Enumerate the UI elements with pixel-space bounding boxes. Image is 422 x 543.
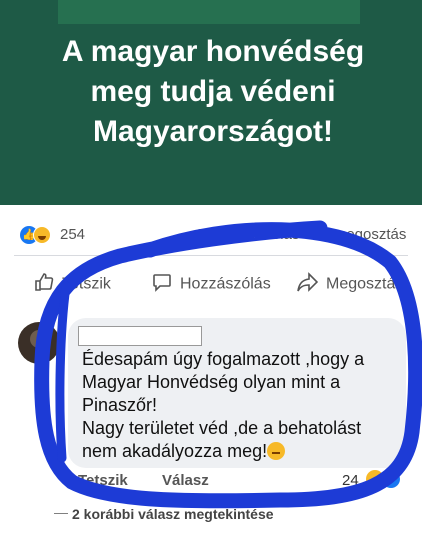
haha-reaction-icon	[33, 226, 51, 244]
reply-arrow-icon: —	[54, 504, 68, 520]
comment-reply-link[interactable]: Válasz	[162, 472, 209, 489]
like-label: Tetszik	[62, 275, 111, 293]
commenter-avatar[interactable]	[18, 322, 60, 364]
banner-top-strip	[58, 0, 360, 24]
comment-like-icon	[382, 470, 400, 488]
post-image-banner: A magyar honvédség meg tudja védeni Magy…	[0, 0, 422, 205]
comment-actions-bar: Tetszik Válasz 24	[0, 468, 422, 494]
comment-reaction-count[interactable]: 24	[342, 472, 359, 489]
stats-divider	[14, 255, 408, 256]
reaction-count[interactable]: 254	[60, 226, 85, 243]
share-label: Megosztás	[326, 275, 404, 293]
redacted-commenter-name	[78, 326, 202, 346]
banner-headline: A magyar honvédség meg tudja védeni Magy…	[61, 35, 365, 148]
share-arrow-icon	[296, 272, 319, 297]
speech-bubble-icon	[152, 272, 172, 297]
comment-like-link[interactable]: Tetszik	[78, 472, 128, 489]
reaction-icons[interactable]: 👍	[20, 226, 60, 244]
thinking-emoji-icon	[267, 442, 286, 460]
comment-text: Édesapám úgy fogalmazott ,hogy a Magyar …	[82, 349, 365, 461]
comment-bubble: Édesapám úgy fogalmazott ,hogy a Magyar …	[68, 318, 406, 468]
comment-button[interactable]: Hozzászólás	[152, 272, 271, 297]
post-stats-bar: 👍 254 93 hozzászólás • 27 megosztás	[0, 222, 422, 248]
like-button[interactable]: Tetszik	[34, 272, 111, 297]
comments-shares-count[interactable]: 93 hozzászólás • 27 megosztás	[196, 226, 406, 243]
share-button[interactable]: Megosztás	[296, 272, 403, 297]
view-replies-link[interactable]: 2 korábbi válasz megtekintése	[72, 506, 274, 522]
post-action-bar: Tetszik Hozzászólás Megosztás	[0, 262, 422, 306]
thumbs-up-icon	[34, 272, 54, 297]
comment-label: Hozzászólás	[180, 275, 271, 293]
comment-item: Édesapám úgy fogalmazott ,hogy a Magyar …	[0, 310, 422, 480]
